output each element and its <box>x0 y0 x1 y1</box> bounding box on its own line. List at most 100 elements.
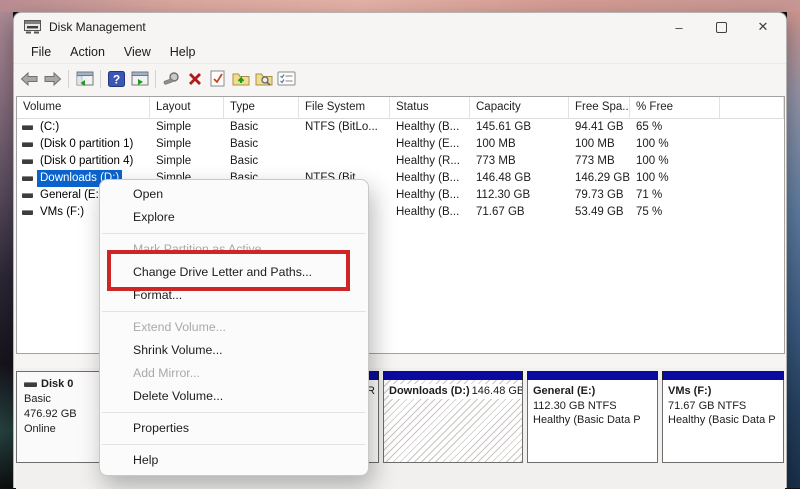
volume-table-header: VolumeLayoutTypeFile SystemStatusCapacit… <box>17 97 784 119</box>
partition-text-line: 112.30 GB NTFS <box>533 399 657 414</box>
column-header-free[interactable]: Free Spa... <box>569 97 630 118</box>
disk0-name: Disk 0 <box>41 377 73 392</box>
toolbar-separator <box>100 70 101 88</box>
maximize-button[interactable] <box>700 13 742 41</box>
column-header-pct[interactable]: % Free <box>630 97 720 118</box>
context-menu-item-delete-volume[interactable]: Delete Volume... <box>100 385 368 408</box>
cell-free: 94.41 GB <box>569 119 630 136</box>
partition-downloads[interactable]: Downloads (D:)146.48 GB NTFS (BitLoHealt… <box>383 371 523 463</box>
cell-free: 79.73 GB <box>569 187 630 204</box>
volume-name[interactable]: (Disk 0 partition 4) <box>37 153 136 170</box>
annotation-red-rectangle <box>107 250 350 291</box>
cell-capacity: 146.48 GB <box>470 170 569 187</box>
menu-view[interactable]: View <box>115 43 161 61</box>
menu-action[interactable]: Action <box>61 43 115 61</box>
disk-icon <box>24 382 37 387</box>
cell-capacity: 112.30 GB <box>470 187 569 204</box>
volume-name[interactable]: (C:) <box>37 119 62 136</box>
volume-disk-icon <box>22 125 33 130</box>
partition-color-bar <box>383 371 523 380</box>
cell-pct: 100 % <box>630 136 720 153</box>
maximize-icon <box>716 22 727 33</box>
partition-label-area: General (E:)112.30 GB NTFSHealthy (Basic… <box>527 380 658 463</box>
cell-layout: Simple <box>150 136 224 153</box>
menu-bar: FileActionViewHelp <box>14 41 786 63</box>
column-header-layout[interactable]: Layout <box>150 97 224 118</box>
column-header-type[interactable]: Type <box>224 97 299 118</box>
disk0-label-panel[interactable]: Disk 0 Basic 476.92 GB Online <box>16 371 106 463</box>
svg-text:?: ? <box>113 72 120 86</box>
help-icon[interactable]: ? <box>105 68 128 90</box>
close-button[interactable]: ✕ <box>742 13 784 41</box>
cell-capacity: 773 MB <box>470 153 569 170</box>
cell-free: 100 MB <box>569 136 630 153</box>
toolbar-separator <box>155 70 156 88</box>
cell-status: Healthy (B... <box>390 204 470 221</box>
cell-fs: NTFS (BitLo... <box>299 119 390 136</box>
volume-disk-icon <box>22 193 33 198</box>
context-menu-item-extend-volume[interactable]: Extend Volume... <box>100 316 368 339</box>
console-tree-icon[interactable] <box>73 68 96 90</box>
cell-layout: Simple <box>150 119 224 136</box>
forward-icon[interactable] <box>41 68 64 90</box>
menu-file[interactable]: File <box>22 43 61 61</box>
desktop-wallpaper-left <box>0 12 13 488</box>
context-menu-item-explore[interactable]: Explore <box>100 206 368 229</box>
menu-separator <box>102 444 366 445</box>
column-header-empty <box>720 97 784 118</box>
partition-text-line: General (E:) <box>533 384 657 399</box>
cell-free: 146.29 GB <box>569 170 630 187</box>
context-menu-item-add-mirror[interactable]: Add Mirror... <box>100 362 368 385</box>
cell-pct: 65 % <box>630 119 720 136</box>
table-row[interactable]: (Disk 0 partition 4) SimpleBasic Healthy (… <box>17 153 784 170</box>
menu-help[interactable]: Help <box>161 43 206 61</box>
cell-fs <box>299 153 390 170</box>
check-document-icon[interactable] <box>206 68 229 90</box>
desktop-wallpaper-top <box>0 0 800 12</box>
volume-name[interactable]: VMs (F:) <box>37 204 87 221</box>
rescan-tool-icon[interactable] <box>160 68 183 90</box>
window-title: Disk Management <box>49 20 146 34</box>
partition-vms[interactable]: VMs (F:)71.67 GB NTFSHealthy (Basic Data… <box>662 371 784 463</box>
column-header-status[interactable]: Status <box>390 97 470 118</box>
cell-status: Healthy (R... <box>390 153 470 170</box>
column-header-capacity[interactable]: Capacity <box>470 97 569 118</box>
column-header-fs[interactable]: File System <box>299 97 390 118</box>
volume-name[interactable]: (Disk 0 partition 1) <box>37 136 136 153</box>
volume-disk-icon <box>22 210 33 215</box>
title-bar[interactable]: Disk Management – ✕ <box>14 13 786 41</box>
cell-free: 773 MB <box>569 153 630 170</box>
toolbar: ? <box>14 63 786 93</box>
action-pane-icon[interactable] <box>128 68 151 90</box>
partition-text-line: Downloads (D:) <box>389 384 472 399</box>
disk0-type: Basic <box>24 392 105 407</box>
cell-layout: Simple <box>150 153 224 170</box>
cell-capacity: 100 MB <box>470 136 569 153</box>
context-menu-item-properties[interactable]: Properties <box>100 417 368 440</box>
table-row[interactable]: (Disk 0 partition 1)SimpleBasicHealthy (… <box>17 136 784 153</box>
column-header-volume[interactable]: Volume <box>17 97 150 118</box>
partition-text-line: 146.48 GB NTFS (BitLo <box>472 384 523 399</box>
cell-status: Healthy (B... <box>390 119 470 136</box>
cell-free: 53.49 GB <box>569 204 630 221</box>
folder-open-icon[interactable] <box>229 68 252 90</box>
back-icon[interactable] <box>18 68 41 90</box>
partition-general[interactable]: General (E:)112.30 GB NTFSHealthy (Basic… <box>527 371 658 463</box>
partition-text-line: Healthy (Basic Data P <box>533 413 657 428</box>
cell-type: Basic <box>224 136 299 153</box>
context-menu-item-open[interactable]: Open <box>100 183 368 206</box>
cell-type: Basic <box>224 153 299 170</box>
volume-disk-icon <box>22 159 33 164</box>
cell-pct: 71 % <box>630 187 720 204</box>
partition-text-line: Healthy (Basic Data P <box>668 413 783 428</box>
delete-icon[interactable] <box>183 68 206 90</box>
properties-list-icon[interactable] <box>275 68 298 90</box>
volume-name[interactable]: General (E:) <box>37 187 106 204</box>
partition-color-bar <box>662 371 784 380</box>
context-menu-item-shrink-volume[interactable]: Shrink Volume... <box>100 339 368 362</box>
minimize-button[interactable]: – <box>658 13 700 41</box>
toolbar-separator <box>68 70 69 88</box>
table-row[interactable]: (C:)SimpleBasicNTFS (BitLo...Healthy (B.… <box>17 119 784 136</box>
context-menu-item-help[interactable]: Help <box>100 449 368 472</box>
folder-explore-icon[interactable] <box>252 68 275 90</box>
